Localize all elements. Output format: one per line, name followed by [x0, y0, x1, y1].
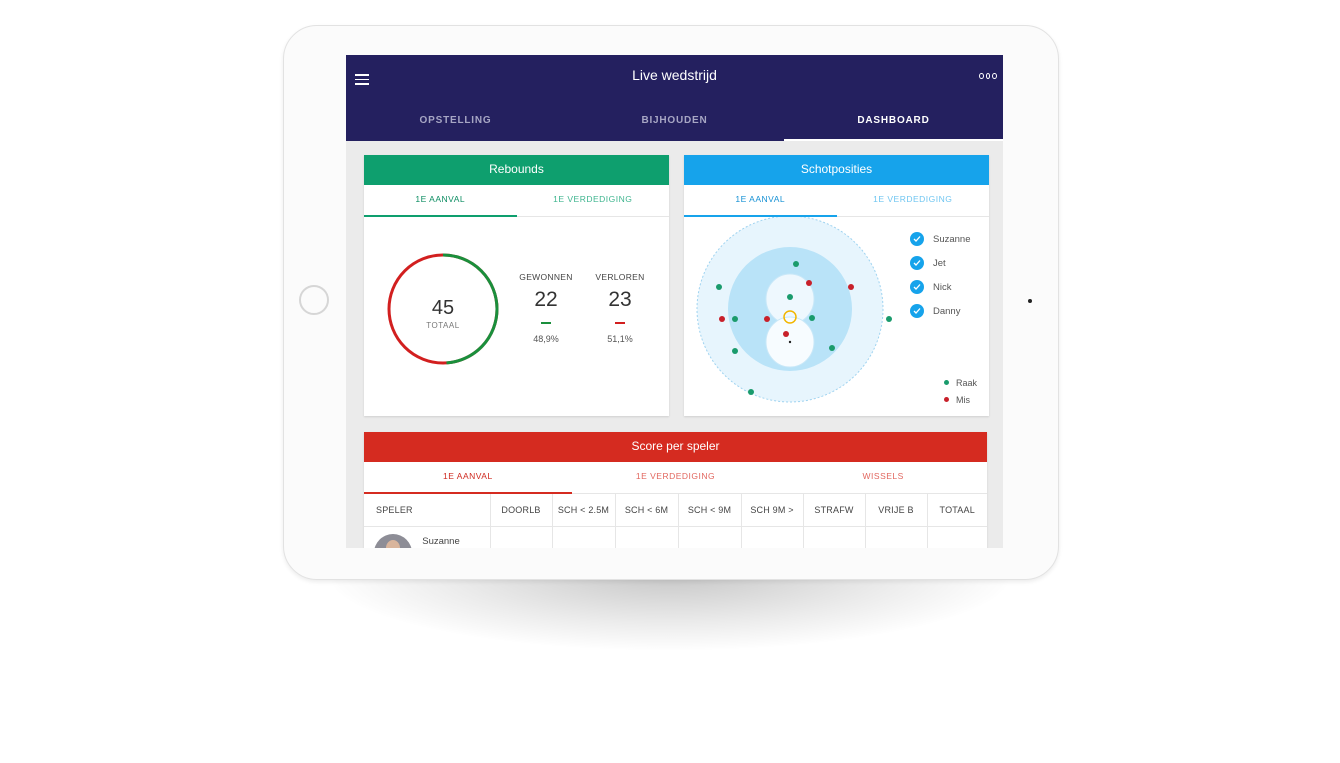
- gewonnen-pct: 48,9%: [533, 334, 559, 344]
- player-filter-item[interactable]: Jet: [910, 251, 971, 275]
- cell-speler: Suzanne: [364, 526, 491, 548]
- shot-raak: [748, 389, 754, 395]
- player-filter-list: Suzanne Jet Nick Danny: [910, 227, 971, 323]
- legend-mis-label: Mis: [956, 394, 970, 405]
- score-tab-aanval[interactable]: 1E AANVAL: [364, 462, 572, 494]
- shot-mis: [783, 331, 789, 337]
- col-totaal[interactable]: TOTAAL: [927, 494, 987, 527]
- rebounds-total-label: TOTAAL: [426, 321, 459, 330]
- col-sch-6m[interactable]: SCH < 6M: [615, 494, 679, 527]
- home-button[interactable]: [299, 285, 329, 315]
- col-vrije-b[interactable]: VRIJE B: [865, 494, 928, 527]
- tab-opstelling[interactable]: OPSTELLING: [346, 108, 565, 141]
- rebounds-tab-aanval[interactable]: 1E AANVAL: [364, 185, 517, 217]
- shot-mis: [764, 316, 770, 322]
- score-per-speler-card: Score per speler 1E AANVAL 1E VERDEDIGIN…: [364, 432, 987, 548]
- score-table: SPELER DOORLB SCH < 2.5M SCH < 6M SCH < …: [364, 494, 987, 548]
- col-speler[interactable]: SPELER: [364, 494, 491, 527]
- player-filter-item[interactable]: Suzanne: [910, 227, 971, 251]
- rebounds-total: 45: [432, 297, 454, 319]
- checkmark-icon[interactable]: [910, 256, 924, 270]
- rebounds-tab-verdediging[interactable]: 1E VERDEDIGING: [517, 185, 670, 216]
- table-header-row: SPELER DOORLB SCH < 2.5M SCH < 6M SCH < …: [364, 494, 987, 527]
- shot-legend: Raak Mis: [944, 374, 977, 408]
- cell-totaal: [927, 527, 987, 549]
- col-strafw[interactable]: STRAFW: [803, 494, 866, 527]
- score-tab-wissels[interactable]: WISSELS: [779, 462, 987, 493]
- tab-bijhouden[interactable]: BIJHOUDEN: [565, 108, 784, 141]
- tab-dashboard[interactable]: DASHBOARD: [784, 108, 1003, 141]
- cell-sch-2-5m: [552, 526, 616, 548]
- legend-raak-label: Raak: [956, 377, 978, 388]
- checkmark-icon[interactable]: [910, 232, 924, 246]
- shot-raak: [716, 284, 722, 290]
- col-sch-9m-plus[interactable]: SCH 9M >: [741, 494, 804, 527]
- cell-vrije-b: [865, 526, 928, 548]
- verloren-label: VERLOREN: [595, 272, 645, 282]
- field-center-dot: [788, 340, 792, 344]
- player-name: Jet: [933, 257, 946, 269]
- score-tab-verdediging[interactable]: 1E VERDEDIGING: [572, 462, 780, 493]
- mis-dot-icon: [944, 397, 949, 402]
- shot-raak: [732, 348, 738, 354]
- cell-sch-9m: [678, 526, 742, 548]
- rebounds-card: Rebounds 1E AANVAL 1E VERDEDIGING 45 TOT…: [364, 155, 669, 416]
- col-sch-2-5m[interactable]: SCH < 2.5M: [552, 494, 616, 527]
- player-name: Nick: [933, 281, 952, 293]
- cell-doorlb: [490, 526, 553, 548]
- verloren-pct: 51,1%: [607, 334, 633, 344]
- cell-sch-9m-plus: [741, 526, 804, 548]
- shot-raak: [886, 316, 892, 322]
- checkmark-icon[interactable]: [910, 304, 924, 318]
- more-options-icon[interactable]: [979, 73, 998, 79]
- schot-subtabs: 1E AANVAL 1E VERDEDIGING: [684, 185, 989, 217]
- col-sch-9m[interactable]: SCH < 9M: [678, 494, 742, 527]
- checkmark-icon[interactable]: [910, 280, 924, 294]
- cell-strafw: [803, 526, 866, 548]
- shot-raak: [793, 261, 799, 267]
- shot-raak: [829, 345, 835, 351]
- stat-gewonnen: GEWONNEN 22 48,9%: [512, 272, 580, 344]
- schotposities-card: Schotposities 1E AANVAL 1E VERDEDIGING S…: [684, 155, 989, 416]
- shot-raak: [809, 315, 815, 321]
- player-filter-item[interactable]: Nick: [910, 275, 971, 299]
- shot-raak: [732, 316, 738, 322]
- shot-mis: [719, 316, 725, 322]
- schot-tab-verdediging[interactable]: 1E VERDEDIGING: [837, 185, 990, 216]
- legend-raak: Raak: [944, 374, 977, 391]
- schotposities-title: Schotposities: [684, 155, 989, 185]
- player-name: Danny: [933, 305, 961, 317]
- camera-icon: [1028, 299, 1032, 303]
- player-filter-item[interactable]: Danny: [910, 299, 971, 323]
- raak-dot-icon: [944, 380, 949, 385]
- gewonnen-bar: [541, 322, 551, 324]
- shot-raak: [787, 294, 793, 300]
- score-title: Score per speler: [364, 432, 987, 462]
- table-row[interactable]: Suzanne: [364, 526, 987, 549]
- cell-sch-6m: [615, 526, 679, 548]
- rebounds-subtabs: 1E AANVAL 1E VERDEDIGING: [364, 185, 669, 217]
- app-bar: Live wedstrijd OPSTELLING BIJHOUDEN DASH…: [346, 55, 1003, 141]
- schot-tab-aanval[interactable]: 1E AANVAL: [684, 185, 837, 217]
- shot-mis: [848, 284, 854, 290]
- avatar: [374, 534, 412, 548]
- app-screen: Live wedstrijd OPSTELLING BIJHOUDEN DASH…: [346, 55, 1003, 548]
- shot-mis: [806, 280, 812, 286]
- player-name: Suzanne: [933, 233, 971, 245]
- verloren-bar: [615, 322, 625, 324]
- gewonnen-label: GEWONNEN: [519, 272, 573, 282]
- score-subtabs: 1E AANVAL 1E VERDEDIGING WISSELS: [364, 462, 987, 494]
- legend-mis: Mis: [944, 391, 977, 408]
- main-tabs: OPSTELLING BIJHOUDEN DASHBOARD: [346, 108, 1003, 141]
- rebounds-title: Rebounds: [364, 155, 669, 185]
- app-title: Live wedstrijd: [632, 67, 717, 83]
- verloren-value: 23: [608, 288, 632, 311]
- gewonnen-value: 22: [534, 288, 558, 311]
- col-doorlb[interactable]: DOORLB: [490, 494, 553, 527]
- player-name: Suzanne: [422, 536, 460, 547]
- stat-verloren: VERLOREN 23 51,1%: [586, 272, 654, 344]
